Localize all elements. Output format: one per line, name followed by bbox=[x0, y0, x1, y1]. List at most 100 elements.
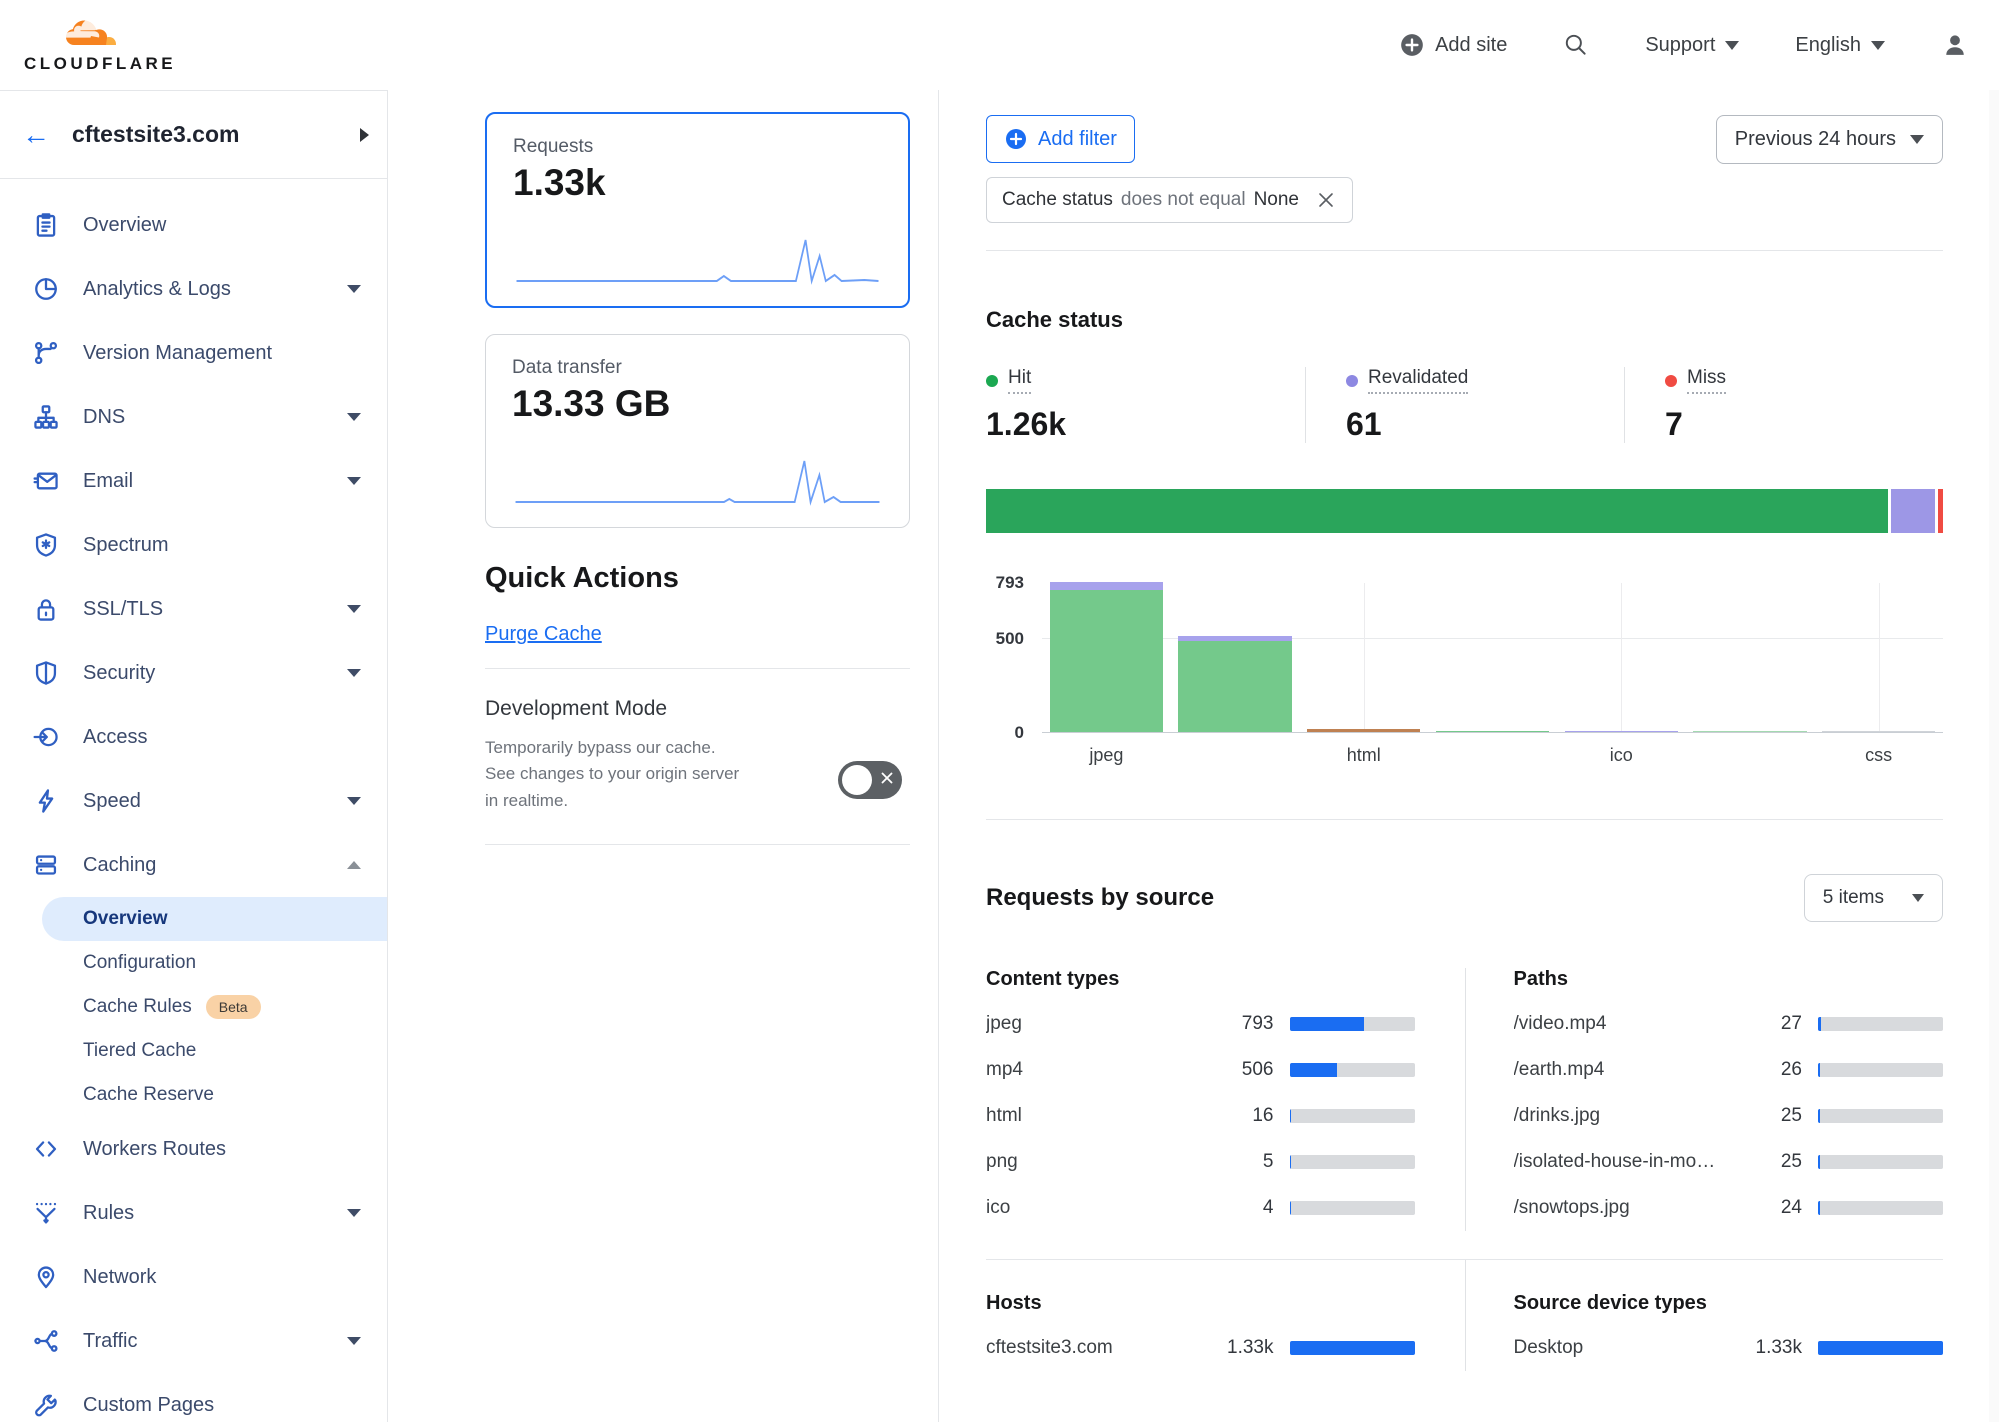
hosts-and-devices: Hosts cftestsite3.com 1.33k Source devic… bbox=[986, 1260, 1943, 1371]
sidebar-subitem-configuration[interactable]: Configuration bbox=[0, 941, 387, 985]
hit-stat: Hit 1.26k bbox=[986, 367, 1305, 443]
bar-segment-expired bbox=[1307, 729, 1420, 732]
back-arrow-icon[interactable]: ← bbox=[22, 121, 50, 149]
sidebar-item-analytics-logs[interactable]: Analytics & Logs bbox=[0, 257, 387, 321]
x-tick-label: css bbox=[1814, 745, 1943, 766]
top-nav: Add site Support English bbox=[1399, 31, 1969, 59]
sidebar-item-caching[interactable]: Caching bbox=[0, 833, 387, 897]
miss-legend[interactable]: Miss bbox=[1665, 367, 1726, 394]
sidebar-item-overview[interactable]: Overview bbox=[0, 193, 387, 257]
development-mode-toggle[interactable] bbox=[838, 761, 902, 799]
list-item[interactable]: /drinks.jpg 25 bbox=[1514, 1093, 1944, 1139]
sidebar-item-version-management[interactable]: Version Management bbox=[0, 321, 387, 385]
list-item[interactable]: ico 4 bbox=[986, 1185, 1415, 1231]
cache-status-title: Cache status bbox=[986, 307, 1943, 333]
chevron-right-icon[interactable] bbox=[360, 128, 369, 142]
sidebar-item-spectrum[interactable]: Spectrum bbox=[0, 513, 387, 577]
y-axis: 793 500 0 bbox=[986, 583, 1030, 733]
user-icon bbox=[1941, 31, 1969, 59]
list-item[interactable]: /snowtops.jpg 24 bbox=[1514, 1185, 1944, 1231]
bar-segment-revalidated bbox=[1565, 731, 1678, 733]
sidebar-item-ssl-tls[interactable]: SSL/TLS bbox=[0, 577, 387, 641]
add-filter-button[interactable]: Add filter bbox=[986, 115, 1135, 163]
sidebar-item-speed[interactable]: Speed bbox=[0, 769, 387, 833]
time-range-dropdown[interactable]: Previous 24 hours bbox=[1716, 115, 1943, 164]
search-button[interactable] bbox=[1563, 32, 1589, 58]
sidebar-item-access[interactable]: Access bbox=[0, 705, 387, 769]
envelope-icon bbox=[33, 468, 59, 494]
pie-chart-icon bbox=[33, 276, 59, 302]
sidebar-item-workers-routes[interactable]: Workers Routes bbox=[0, 1117, 387, 1181]
location-pin-icon bbox=[33, 1264, 59, 1290]
purple-dot-icon bbox=[1346, 375, 1358, 387]
list-item[interactable]: png 5 bbox=[986, 1139, 1415, 1185]
list-item[interactable]: html 16 bbox=[986, 1093, 1415, 1139]
sidebar-item-custom-pages[interactable]: Custom Pages bbox=[0, 1373, 387, 1422]
data-transfer-value: 13.33 GB bbox=[512, 383, 883, 425]
language-menu[interactable]: English bbox=[1795, 34, 1885, 57]
plot-area bbox=[1042, 583, 1943, 733]
progress-fill bbox=[1290, 1063, 1338, 1077]
list-item[interactable]: /earth.mp4 26 bbox=[1514, 1047, 1944, 1093]
progress-track bbox=[1290, 1109, 1415, 1123]
content-types-title: Content types bbox=[986, 968, 1415, 991]
y-tick-0: 0 bbox=[1015, 723, 1024, 743]
content-types-column: Content types jpeg 793 mp4 506 html bbox=[986, 968, 1465, 1231]
requests-sparkline bbox=[513, 234, 882, 288]
x-tick-label bbox=[1171, 745, 1300, 766]
sidebar-item-traffic[interactable]: Traffic bbox=[0, 1309, 387, 1373]
chevron-down-icon bbox=[347, 1337, 361, 1345]
sidebar-subitem-caching-overview[interactable]: Overview bbox=[42, 897, 387, 941]
top-bar: CLOUDFLARE Add site Support English bbox=[0, 0, 1999, 90]
support-menu[interactable]: Support bbox=[1645, 34, 1739, 57]
sidebar-item-rules[interactable]: Rules bbox=[0, 1181, 387, 1245]
git-branch-icon bbox=[33, 340, 59, 366]
cloudflare-logo[interactable]: CLOUDFLARE bbox=[24, 16, 176, 74]
sidebar-item-email[interactable]: Email bbox=[0, 449, 387, 513]
data-transfer-metric-card[interactable]: Data transfer 13.33 GB bbox=[485, 334, 910, 528]
y-tick-793: 793 bbox=[996, 573, 1024, 593]
sidebar-subitem-tiered-cache[interactable]: Tiered Cache bbox=[0, 1029, 387, 1073]
sidebar-item-security[interactable]: Security bbox=[0, 641, 387, 705]
sidebar-item-network[interactable]: Network bbox=[0, 1245, 387, 1309]
bar-segment-none bbox=[1822, 731, 1935, 733]
x-tick-label: jpeg bbox=[1042, 745, 1171, 766]
progress-fill bbox=[1290, 1017, 1365, 1031]
add-site-button[interactable]: Add site bbox=[1399, 32, 1507, 58]
bar bbox=[1557, 583, 1686, 732]
sidebar-subitem-cache-reserve[interactable]: Cache Reserve bbox=[0, 1073, 387, 1117]
device-types-title: Source device types bbox=[1514, 1292, 1944, 1315]
list-item[interactable]: Desktop 1.33k bbox=[1514, 1325, 1944, 1371]
list-item[interactable]: jpeg 793 bbox=[986, 1001, 1415, 1047]
chevron-down-icon bbox=[347, 797, 361, 805]
revalidated-legend[interactable]: Revalidated bbox=[1346, 367, 1468, 394]
remove-filter-button[interactable] bbox=[1315, 189, 1337, 211]
items-count-dropdown[interactable]: 5 items bbox=[1804, 874, 1943, 922]
list-item[interactable]: cftestsite3.com 1.33k bbox=[986, 1325, 1415, 1371]
chevron-down-icon bbox=[1910, 135, 1924, 144]
bar bbox=[1171, 583, 1300, 732]
plus-circle-icon bbox=[1004, 127, 1028, 151]
access-arrow-icon bbox=[33, 724, 59, 750]
purge-cache-link[interactable]: Purge Cache bbox=[485, 623, 602, 646]
requests-metric-card[interactable]: Requests 1.33k bbox=[485, 112, 910, 308]
bar bbox=[1686, 583, 1815, 732]
chevron-down-icon bbox=[347, 605, 361, 613]
hit-value: 1.26k bbox=[986, 406, 1305, 443]
progress-fill bbox=[1818, 1017, 1821, 1031]
list-item[interactable]: /video.mp4 27 bbox=[1514, 1001, 1944, 1047]
list-item[interactable]: mp4 506 bbox=[986, 1047, 1415, 1093]
sidebar-subitem-cache-rules[interactable]: Cache Rules Beta bbox=[0, 985, 387, 1029]
close-icon bbox=[1315, 189, 1337, 211]
progress-track bbox=[1818, 1201, 1943, 1215]
paths-column: Paths /video.mp4 27 /earth.mp4 26 / bbox=[1465, 968, 1944, 1231]
hit-legend[interactable]: Hit bbox=[986, 367, 1031, 394]
progress-fill bbox=[1290, 1109, 1292, 1123]
progress-track bbox=[1818, 1155, 1943, 1169]
sidebar-item-dns[interactable]: DNS bbox=[0, 385, 387, 449]
cache-status-filter-chip[interactable]: Cache status does not equal None bbox=[986, 177, 1353, 223]
account-menu[interactable] bbox=[1941, 31, 1969, 59]
list-item[interactable]: /isolated-house-in-mo… 25 bbox=[1514, 1139, 1944, 1185]
x-tick-label bbox=[1686, 745, 1815, 766]
toggle-knob bbox=[842, 765, 872, 795]
